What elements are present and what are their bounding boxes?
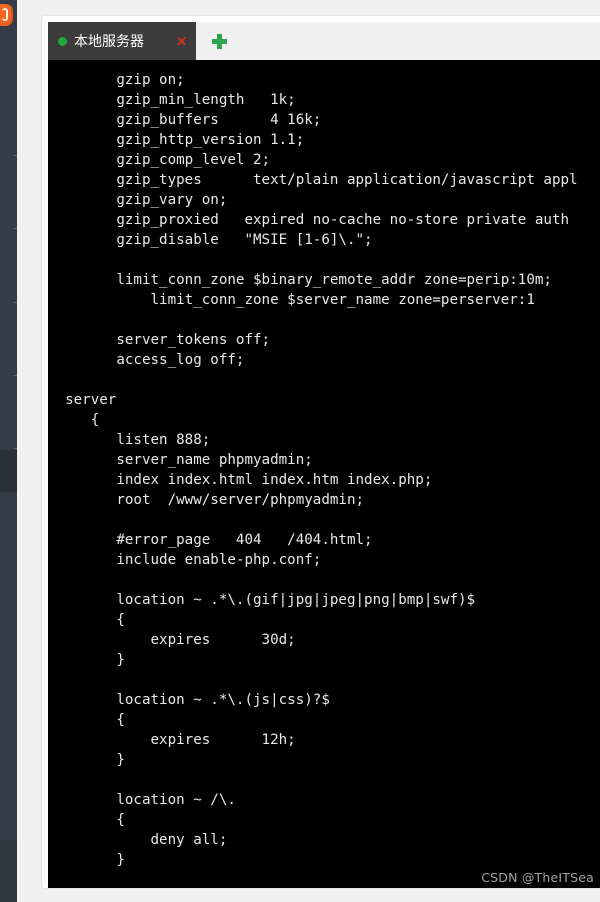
tab-local-server[interactable]: 本地服务器 × bbox=[48, 22, 196, 60]
terminal-line: gzip_buffers 4 16k; bbox=[48, 112, 322, 128]
terminal-line: } bbox=[48, 852, 125, 868]
rail-divider-tick bbox=[13, 155, 17, 156]
terminal-line: deny all; bbox=[48, 832, 228, 848]
terminal-line: } bbox=[48, 652, 125, 668]
terminal-line: { bbox=[48, 412, 100, 428]
terminal-line: { bbox=[48, 712, 125, 728]
terminal-line: { bbox=[48, 612, 125, 628]
close-icon[interactable]: × bbox=[175, 33, 188, 49]
app-rail bbox=[0, 0, 17, 902]
terminal-line: location ~ .*\.(js|css)?$ bbox=[48, 692, 330, 708]
terminal-line: index index.html index.htm index.php; bbox=[48, 472, 433, 488]
terminal-line: location ~ .*\.(gif|jpg|jpeg|png|bmp|swf… bbox=[48, 592, 476, 608]
rail-divider-tick bbox=[13, 375, 17, 376]
terminal-line: limit_conn_zone $server_name zone=perser… bbox=[48, 292, 535, 308]
terminal-line: server bbox=[48, 392, 117, 408]
rail-bottom-item[interactable] bbox=[0, 840, 17, 902]
terminal-line: server_name phpmyadmin; bbox=[48, 452, 313, 468]
terminal-line: gzip_types text/plain application/javasc… bbox=[48, 172, 578, 188]
terminal-line: listen 888; bbox=[48, 432, 211, 448]
terminal-line: gzip_vary on; bbox=[48, 192, 228, 208]
terminal-line: root /www/server/phpmyadmin; bbox=[48, 492, 365, 508]
terminal-line: include enable-php.conf; bbox=[48, 552, 322, 568]
plus-icon bbox=[211, 33, 227, 49]
terminal-line: gzip_disable "MSIE [1-6]\."; bbox=[48, 232, 373, 248]
rail-divider-tick bbox=[13, 448, 17, 449]
terminal-text: gzip on; gzip_min_length 1k; gzip_buffer… bbox=[48, 60, 600, 888]
terminal-line: access_log off; bbox=[48, 352, 245, 368]
orange-app-logo-icon[interactable] bbox=[0, 4, 13, 26]
rail-active-item[interactable] bbox=[0, 450, 17, 492]
terminal-line: location ~ /\. bbox=[48, 792, 236, 808]
terminal-line: limit_conn_zone $binary_remote_addr zone… bbox=[48, 272, 552, 288]
tab-strip: 本地服务器 × bbox=[48, 22, 600, 60]
green-status-dot bbox=[58, 36, 67, 46]
terminal-line: { bbox=[48, 812, 125, 828]
terminal-line: gzip_proxied expired no-cache no-store p… bbox=[48, 212, 570, 228]
tab-label: 本地服务器 bbox=[74, 34, 144, 50]
terminal-line: gzip_comp_level 2; bbox=[48, 152, 271, 168]
new-tab-button[interactable] bbox=[196, 22, 242, 60]
terminal-line: #error_page 404 /404.html; bbox=[48, 532, 373, 548]
rail-divider-tick bbox=[13, 228, 17, 229]
terminal-line: server_tokens off; bbox=[48, 332, 271, 348]
terminal-line: expires 12h; bbox=[48, 732, 296, 748]
rail-divider-tick bbox=[13, 302, 17, 303]
terminal-window: 本地服务器 × gzip on; gzip_min_length 1k; gzi… bbox=[42, 16, 600, 888]
terminal-line: gzip_min_length 1k; bbox=[48, 92, 296, 108]
terminal-output-area[interactable]: gzip on; gzip_min_length 1k; gzip_buffer… bbox=[48, 60, 600, 888]
terminal-line: } bbox=[48, 752, 125, 768]
logo-glyph bbox=[2, 8, 8, 21]
terminal-line: expires 30d; bbox=[48, 632, 296, 648]
terminal-line: gzip on; bbox=[48, 72, 185, 88]
terminal-line: gzip_http_version 1.1; bbox=[48, 132, 305, 148]
